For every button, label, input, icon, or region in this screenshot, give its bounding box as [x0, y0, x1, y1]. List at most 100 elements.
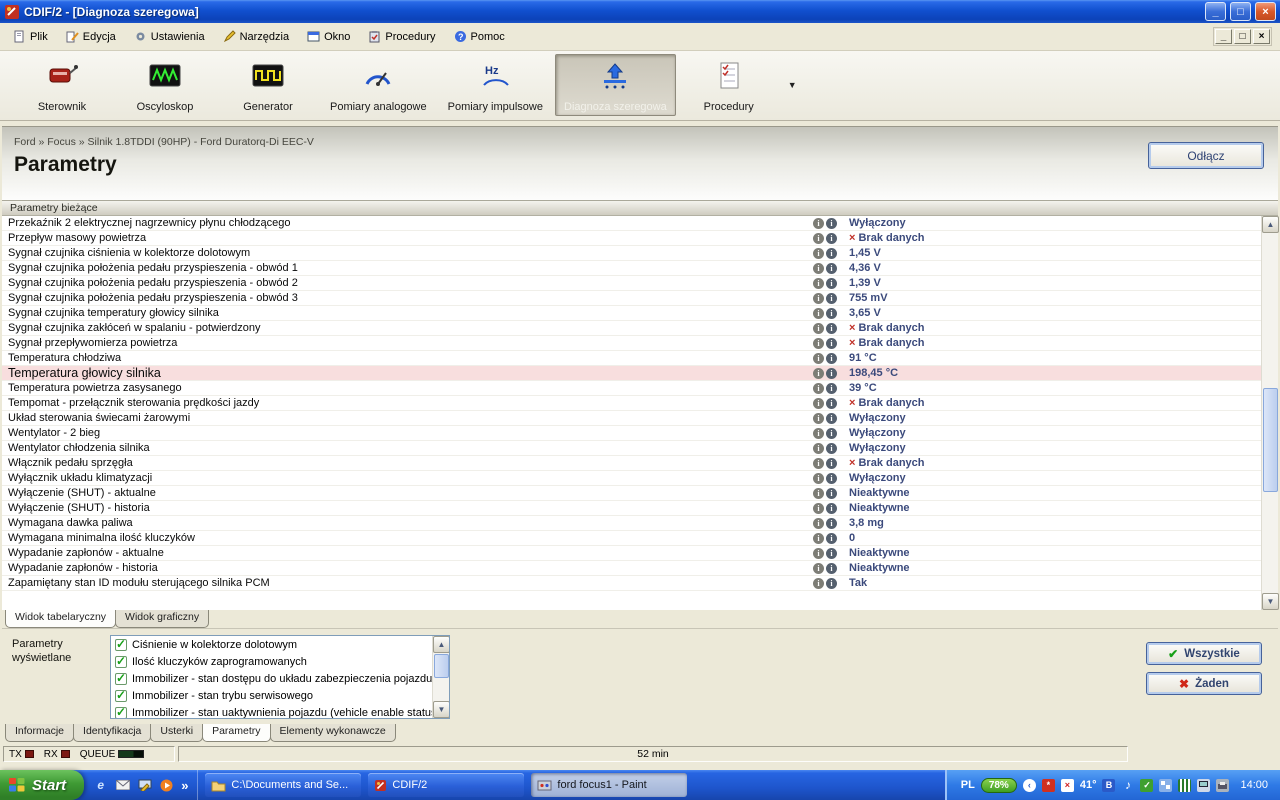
table-row[interactable]: Wentylator - 2 bieg i i Wyłączony: [2, 426, 1261, 441]
table-row[interactable]: Sygnał czujnika ciśnienia w kolektorze d…: [2, 246, 1261, 261]
param-log-icon[interactable]: i: [813, 367, 824, 379]
param-log-icon[interactable]: i: [813, 472, 824, 484]
param-info-icon[interactable]: i: [826, 352, 837, 364]
param-info-icon[interactable]: i: [826, 457, 837, 469]
network-icon[interactable]: [1159, 778, 1173, 792]
table-row[interactable]: Wypadanie zapłonów - historia i i Nieakt…: [2, 561, 1261, 576]
param-info-icon[interactable]: i: [826, 307, 837, 319]
list-item[interactable]: Immobilizer - stan uaktywnienia pojazdu …: [111, 704, 440, 718]
tab-widok-tabelaryczny[interactable]: Widok tabelaryczny: [5, 610, 117, 628]
taskbar-window-paint[interactable]: ford focus1 - Paint: [531, 773, 688, 797]
table-row[interactable]: Wyłączenie (SHUT) - historia i i Nieakty…: [2, 501, 1261, 516]
options-scrollbar[interactable]: ▲ ▼: [432, 636, 449, 718]
checkbox-checked-icon[interactable]: [115, 671, 127, 685]
table-row[interactable]: Temperatura głowicy silnika i i 198,45 °…: [2, 366, 1261, 381]
param-log-icon[interactable]: i: [813, 307, 824, 319]
antivirus-icon[interactable]: *: [1041, 778, 1055, 792]
menu-narzedzia[interactable]: Narzędzia: [218, 27, 299, 46]
toolbar-pomiary-analogowe[interactable]: Pomiary analogowe: [321, 54, 436, 116]
mdi-minimize-button[interactable]: _: [1215, 29, 1232, 44]
select-none-button[interactable]: ✖ Żaden: [1146, 672, 1262, 695]
alert-icon[interactable]: ×: [1060, 778, 1074, 792]
toolbar-diagnoza-szeregowa[interactable]: Diagnoza szeregowa: [555, 54, 676, 116]
param-info-icon[interactable]: i: [826, 262, 837, 274]
tab-informacje[interactable]: Informacje: [5, 724, 75, 742]
param-log-icon[interactable]: i: [813, 352, 824, 364]
toolbar-generator[interactable]: Generator: [218, 54, 318, 116]
toolbar-oscyloskop[interactable]: Oscyloskop: [115, 54, 215, 116]
disconnect-button[interactable]: Odłącz: [1148, 142, 1264, 169]
table-row[interactable]: Włącznik pedału sprzęgła i i Brak danych: [2, 456, 1261, 471]
param-info-icon[interactable]: i: [826, 217, 837, 229]
param-info-icon[interactable]: i: [826, 247, 837, 259]
tab-identyfikacja[interactable]: Identyfikacja: [73, 724, 152, 742]
toolbar-dropdown-arrow-icon[interactable]: ▼: [782, 76, 803, 94]
table-row[interactable]: Sygnał czujnika zakłóceń w spalaniu - po…: [2, 321, 1261, 336]
param-log-icon[interactable]: i: [813, 232, 824, 244]
table-row[interactable]: Wyłączenie (SHUT) - aktualne i i Nieakty…: [2, 486, 1261, 501]
param-info-icon[interactable]: i: [826, 502, 837, 514]
param-info-icon[interactable]: i: [826, 562, 837, 574]
printer-icon[interactable]: [1216, 778, 1230, 792]
param-info-icon[interactable]: i: [826, 532, 837, 544]
mdi-close-button[interactable]: ×: [1253, 29, 1270, 44]
list-item[interactable]: Ilość kluczyków zaprogramowanych: [111, 653, 432, 670]
param-info-icon[interactable]: i: [826, 292, 837, 304]
param-log-icon[interactable]: i: [813, 547, 824, 559]
scroll-up-icon[interactable]: ▲: [1262, 216, 1279, 233]
menu-okno[interactable]: Okno: [302, 27, 359, 46]
table-row[interactable]: Sygnał czujnika położenia pedału przyspi…: [2, 276, 1261, 291]
toolbar-pomiary-impulsowe[interactable]: Hz Pomiary impulsowe: [439, 54, 552, 116]
menu-ustawienia[interactable]: Ustawienia: [129, 27, 214, 46]
param-info-icon[interactable]: i: [826, 412, 837, 424]
table-row[interactable]: Wymagana dawka paliwa i i 3,8 mg: [2, 516, 1261, 531]
param-log-icon[interactable]: i: [813, 292, 824, 304]
param-info-icon[interactable]: i: [826, 442, 837, 454]
param-log-icon[interactable]: i: [813, 412, 824, 424]
scroll-down-icon[interactable]: ▼: [1262, 593, 1279, 610]
quick-launch-overflow-icon[interactable]: »: [181, 778, 188, 793]
table-row[interactable]: Wyłącznik układu klimatyzacji i i Wyłącz…: [2, 471, 1261, 486]
table-row[interactable]: Temperatura powietrza zasysanego i i 39 …: [2, 381, 1261, 396]
maximize-button[interactable]: □: [1230, 2, 1251, 21]
checkbox-checked-icon[interactable]: [115, 705, 127, 718]
table-row[interactable]: Wentylator chłodzenia silnika i i Wyłącz…: [2, 441, 1261, 456]
checkbox-checked-icon[interactable]: [115, 688, 127, 702]
show-desktop-icon[interactable]: [137, 778, 152, 793]
start-button[interactable]: Start: [0, 770, 85, 800]
param-log-icon[interactable]: i: [813, 397, 824, 409]
param-info-icon[interactable]: i: [826, 382, 837, 394]
param-log-icon[interactable]: i: [813, 382, 824, 394]
chart-icon[interactable]: [1178, 778, 1192, 792]
toolbar-procedury[interactable]: Procedury: [679, 54, 779, 116]
param-log-icon[interactable]: i: [813, 502, 824, 514]
taskbar-window-documents[interactable]: C:\Documents and Se...: [205, 773, 362, 797]
table-row[interactable]: Sygnał czujnika położenia pedału przyspi…: [2, 291, 1261, 306]
scroll-down-icon[interactable]: ▼: [433, 701, 449, 718]
param-info-icon[interactable]: i: [826, 577, 837, 589]
table-row[interactable]: Wymagana minimalna ilość kluczyków i i 0: [2, 531, 1261, 546]
param-log-icon[interactable]: i: [813, 427, 824, 439]
param-info-icon[interactable]: i: [826, 472, 837, 484]
param-log-icon[interactable]: i: [813, 487, 824, 499]
toolbar-sterownik[interactable]: Sterownik: [12, 54, 112, 116]
mdi-restore-button[interactable]: □: [1234, 29, 1251, 44]
volume-icon[interactable]: ♪: [1121, 778, 1134, 792]
battery-indicator[interactable]: 78%: [980, 777, 1017, 793]
menu-pomoc[interactable]: ? Pomoc: [449, 27, 514, 46]
updates-shield-icon[interactable]: ✓: [1140, 778, 1154, 792]
param-info-icon[interactable]: i: [826, 277, 837, 289]
menu-edycja[interactable]: Edycja: [61, 27, 125, 46]
param-log-icon[interactable]: i: [813, 262, 824, 274]
param-log-icon[interactable]: i: [813, 562, 824, 574]
param-log-icon[interactable]: i: [813, 247, 824, 259]
table-row[interactable]: Sygnał czujnika położenia pedału przyspi…: [2, 261, 1261, 276]
display-icon[interactable]: [1197, 778, 1211, 792]
internet-explorer-icon[interactable]: e: [93, 778, 108, 793]
param-log-icon[interactable]: i: [813, 217, 824, 229]
bluetooth-icon[interactable]: B: [1102, 778, 1116, 792]
param-info-icon[interactable]: i: [826, 517, 837, 529]
param-log-icon[interactable]: i: [813, 532, 824, 544]
param-info-icon[interactable]: i: [826, 547, 837, 559]
list-item[interactable]: Immobilizer - stan dostępu do układu zab…: [111, 670, 432, 687]
